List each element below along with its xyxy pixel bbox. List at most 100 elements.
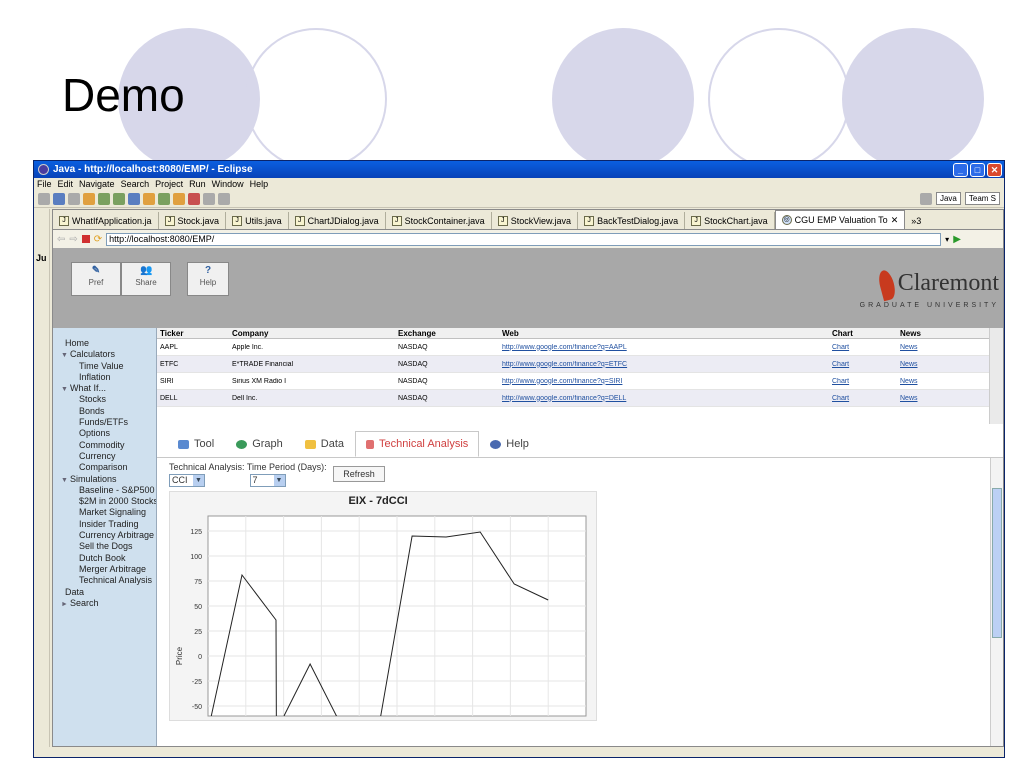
nav-item[interactable]: Options — [53, 428, 156, 439]
collapse-arrow-icon[interactable]: ▼ — [61, 477, 68, 484]
tab-help[interactable]: Help — [479, 431, 540, 457]
forward-icon[interactable]: ⇨ — [69, 234, 77, 245]
menu-window[interactable]: Window — [212, 179, 244, 189]
news-link[interactable]: News — [897, 395, 987, 402]
menu-navigate[interactable]: Navigate — [79, 179, 115, 189]
nav-item[interactable]: Funds/ETFs — [53, 417, 156, 428]
close-tab-icon[interactable]: ✕ — [891, 215, 899, 226]
history-back-icon[interactable] — [203, 192, 215, 205]
nav-item[interactable]: ► Search — [53, 598, 156, 609]
chart-link[interactable]: Chart — [829, 361, 897, 368]
web-link[interactable]: http://www.google.com/finance?q=SIRI — [499, 378, 829, 385]
tab-tool[interactable]: Tool — [167, 431, 225, 457]
tab-cgu-emp-valuation[interactable]: ◎ CGU EMP Valuation To ✕ — [774, 210, 906, 229]
annotation-icon[interactable] — [188, 192, 200, 205]
window-titlebar[interactable]: Java - http://localhost:8080/EMP/ - Ecli… — [34, 161, 1004, 178]
nav-item[interactable]: ▼ Calculators — [53, 349, 156, 360]
new-icon[interactable] — [38, 192, 50, 205]
open-type-icon[interactable] — [173, 192, 185, 205]
tab-stockcontainer[interactable]: J StockContainer.java — [386, 212, 492, 229]
minimize-button[interactable]: _ — [953, 162, 968, 177]
news-link[interactable]: News — [897, 361, 987, 368]
tab-stock[interactable]: J Stock.java — [159, 212, 227, 229]
nav-item[interactable]: Inflation — [53, 372, 156, 383]
refresh-icon[interactable]: ⟳ — [94, 234, 102, 245]
expand-arrow-icon[interactable]: ► — [61, 601, 68, 608]
url-input[interactable]: http://localhost:8080/EMP/ — [106, 232, 942, 246]
search-icon[interactable] — [128, 192, 140, 205]
maximize-button[interactable]: □ — [970, 162, 985, 177]
nav-item[interactable]: Dutch Book — [53, 553, 156, 564]
back-icon[interactable]: ⇦ — [57, 234, 65, 245]
collapse-arrow-icon[interactable]: ▼ — [61, 386, 68, 393]
scrollbar-thumb[interactable] — [992, 488, 1002, 638]
table-scrollbar[interactable] — [989, 328, 1003, 424]
tab-technical-analysis[interactable]: Technical Analysis — [355, 431, 480, 457]
web-link[interactable]: http://www.google.com/finance?q=AAPL — [499, 344, 829, 351]
chart-link[interactable]: Chart — [829, 378, 897, 385]
table-row[interactable]: AAPL Apple Inc. NASDAQ http://www.google.co… — [157, 339, 1003, 356]
nav-item[interactable]: Stocks — [53, 394, 156, 405]
table-row[interactable]: ETFC E*TRADE Financial NASDAQ http://www.go… — [157, 356, 1003, 373]
build-icon[interactable] — [83, 192, 95, 205]
go-icon[interactable]: ▶ — [953, 234, 961, 245]
nav-item[interactable]: $2M in 2000 Stocks — [53, 496, 156, 507]
perspective-java[interactable]: Java — [935, 192, 961, 205]
nav-item[interactable]: Currency Arbitrage — [53, 530, 156, 541]
chart-link[interactable]: Chart — [829, 344, 897, 351]
nav-item[interactable]: Sell the Dogs — [53, 541, 156, 552]
history-forward-icon[interactable] — [218, 192, 230, 205]
news-link[interactable]: News — [897, 344, 987, 351]
tab-stockchart[interactable]: J StockChart.java — [685, 212, 775, 229]
period-select[interactable]: 7 ▼ — [249, 474, 286, 487]
indicator-select[interactable]: CCI ▼ — [169, 474, 205, 487]
refresh-button[interactable]: Refresh — [333, 466, 385, 482]
table-row[interactable]: SIRI Sirius XM Radio I NASDAQ http://www.go… — [157, 373, 1003, 390]
tab-data[interactable]: Data — [294, 431, 355, 457]
run-icon[interactable] — [113, 192, 125, 205]
collapse-arrow-icon[interactable]: ▼ — [61, 352, 68, 359]
nav-item[interactable]: ▼ What If... — [53, 383, 156, 394]
table-row[interactable]: DELL Dell Inc. NASDAQ http://www.google.com… — [157, 390, 1003, 407]
nav-item[interactable]: Commodity — [53, 440, 156, 451]
stop-icon[interactable] — [81, 235, 90, 243]
nav-item[interactable]: Home — [53, 338, 156, 349]
web-link[interactable]: http://www.google.com/finance?q=DELL — [499, 395, 829, 402]
nav-item[interactable]: Currency — [53, 451, 156, 462]
nav-item[interactable]: Market Signaling — [53, 507, 156, 518]
news-link[interactable]: News — [897, 378, 987, 385]
save-icon[interactable] — [53, 192, 65, 205]
nav-item[interactable]: Time Value — [53, 361, 156, 372]
nav-item[interactable]: Comparison — [53, 462, 156, 473]
tab-backtestdialog[interactable]: J BackTestDialog.java — [578, 212, 686, 229]
menu-file[interactable]: File — [37, 179, 52, 189]
new-package-icon[interactable] — [143, 192, 155, 205]
chart-link[interactable]: Chart — [829, 395, 897, 402]
print-icon[interactable] — [68, 192, 80, 205]
nav-item[interactable]: Baseline - S&P500 — [53, 485, 156, 496]
open-perspective-icon[interactable] — [919, 192, 932, 205]
menu-help[interactable]: Help — [250, 179, 269, 189]
nav-item[interactable]: Bonds — [53, 406, 156, 417]
share-button[interactable]: 👥 Share — [121, 262, 171, 296]
more-tabs[interactable]: »3 — [905, 212, 927, 229]
menu-project[interactable]: Project — [155, 179, 183, 189]
menu-edit[interactable]: Edit — [58, 179, 74, 189]
new-class-icon[interactable] — [158, 192, 170, 205]
nav-item[interactable]: Technical Analysis — [53, 575, 156, 586]
tab-chartjdialog[interactable]: J ChartJDialog.java — [289, 212, 386, 229]
tab-graph[interactable]: Graph — [225, 431, 294, 457]
tab-stockview[interactable]: J StockView.java — [492, 212, 579, 229]
junit-view-icon[interactable]: Ju — [36, 253, 47, 263]
url-dropdown-icon[interactable]: ▾ — [945, 235, 949, 244]
tab-utils[interactable]: J Utils.java — [226, 212, 289, 229]
web-link[interactable]: http://www.google.com/finance?q=ETFC — [499, 361, 829, 368]
help-button[interactable]: ? Help — [187, 262, 229, 296]
perspective-team[interactable]: Team S — [964, 192, 1000, 205]
nav-item[interactable]: Data — [53, 587, 156, 598]
close-button[interactable]: ✕ — [987, 162, 1002, 177]
nav-item[interactable]: ▼ Simulations — [53, 474, 156, 485]
tab-whatifapplication[interactable]: J WhatIfApplication.ja — [53, 212, 159, 229]
nav-item[interactable]: Merger Arbitrage — [53, 564, 156, 575]
nav-item[interactable]: Insider Trading — [53, 519, 156, 530]
